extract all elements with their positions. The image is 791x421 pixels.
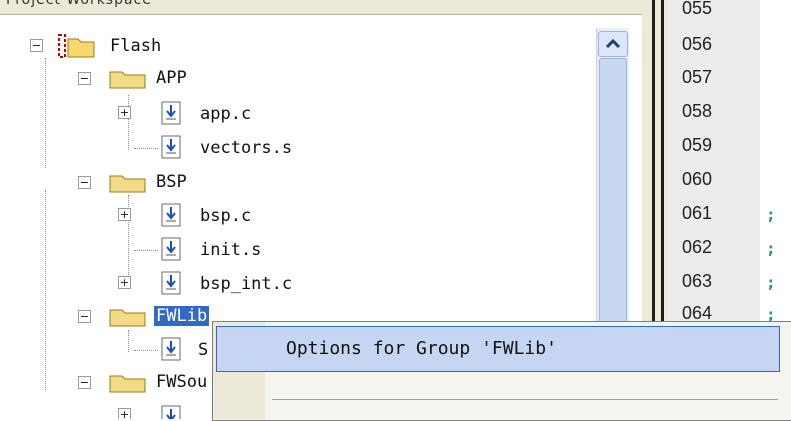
- tree-group-label: BSP: [156, 172, 187, 192]
- tree-file-fwlib-child[interactable]: S: [0, 334, 210, 364]
- tree-file-fwsou-child[interactable]: +: [0, 402, 212, 419]
- line-number: 055: [682, 0, 713, 18]
- line-number: 056: [682, 34, 713, 54]
- tree-file-label: S: [198, 340, 209, 360]
- workspace-header-title: Project Workspace: [6, 0, 152, 8]
- expand-icon[interactable]: +: [118, 276, 131, 289]
- folder-icon: [109, 309, 146, 327]
- source-file-icon: [161, 271, 181, 295]
- line-number: 060: [682, 169, 713, 189]
- tree-file-label: bsp.c: [200, 206, 252, 226]
- scroll-up-button[interactable]: [598, 31, 628, 57]
- menu-separator: [272, 399, 778, 400]
- tree-group-bsp[interactable]: − BSP: [0, 166, 590, 196]
- workspace-header: Project Workspace: [0, 0, 642, 15]
- line-number: 057: [682, 67, 713, 87]
- tree-file-app-c[interactable]: + app.c: [0, 98, 590, 128]
- tree-file-label: bsp_int.c: [200, 274, 293, 294]
- source-file-icon: [161, 101, 181, 125]
- folder-icon: [109, 175, 146, 193]
- tree-file-label: init.s: [200, 240, 262, 260]
- chevron-up-icon: [605, 38, 621, 49]
- line-number: 063: [682, 271, 713, 291]
- source-file-icon: [161, 135, 181, 159]
- code-comment: ;: [766, 205, 776, 224]
- line-number: 061: [682, 203, 713, 223]
- line-number: 059: [682, 135, 713, 155]
- expand-icon[interactable]: +: [118, 106, 131, 119]
- collapse-icon[interactable]: −: [78, 72, 91, 85]
- source-file-icon: [161, 237, 181, 261]
- menu-item-label: Options for Group 'FWLib': [286, 338, 557, 359]
- tree-file-label: app.c: [200, 104, 252, 124]
- expand-icon[interactable]: +: [118, 408, 131, 419]
- line-number: 058: [682, 101, 713, 121]
- tree-file-bsp-c[interactable]: + bsp.c: [0, 200, 590, 230]
- collapse-icon[interactable]: −: [78, 176, 91, 189]
- tree-group-app[interactable]: − APP: [0, 62, 590, 92]
- tree-root-label: Flash: [110, 36, 162, 56]
- project-folder-icon: [58, 34, 95, 58]
- tree-group-label-selected: FWLib: [154, 306, 210, 326]
- tree-root-flash[interactable]: − Flash: [0, 30, 590, 60]
- collapse-icon[interactable]: −: [30, 39, 43, 52]
- line-number: 062: [682, 237, 713, 257]
- tree-group-fwsou[interactable]: − FWSou: [0, 366, 212, 396]
- scrollbar-thumb[interactable]: [599, 58, 627, 360]
- collapse-icon[interactable]: −: [78, 376, 91, 389]
- tree-file-init-s[interactable]: init.s: [0, 234, 590, 264]
- tree-file-vectors-s[interactable]: vectors.s: [0, 132, 590, 162]
- folder-icon: [109, 71, 146, 89]
- tree-group-label: FWSou: [156, 372, 208, 392]
- source-file-icon: [161, 337, 181, 361]
- tree-file-label: vectors.s: [200, 138, 293, 158]
- folder-icon: [109, 375, 146, 393]
- collapse-icon[interactable]: −: [78, 310, 91, 323]
- tree-group-label: APP: [156, 68, 187, 88]
- tree-file-bsp-int-c[interactable]: + bsp_int.c: [0, 268, 590, 298]
- source-file-icon: [161, 405, 181, 419]
- source-file-icon: [161, 203, 181, 227]
- code-comment: ;: [766, 273, 776, 292]
- code-comment: ;: [766, 239, 776, 258]
- expand-icon[interactable]: +: [118, 208, 131, 221]
